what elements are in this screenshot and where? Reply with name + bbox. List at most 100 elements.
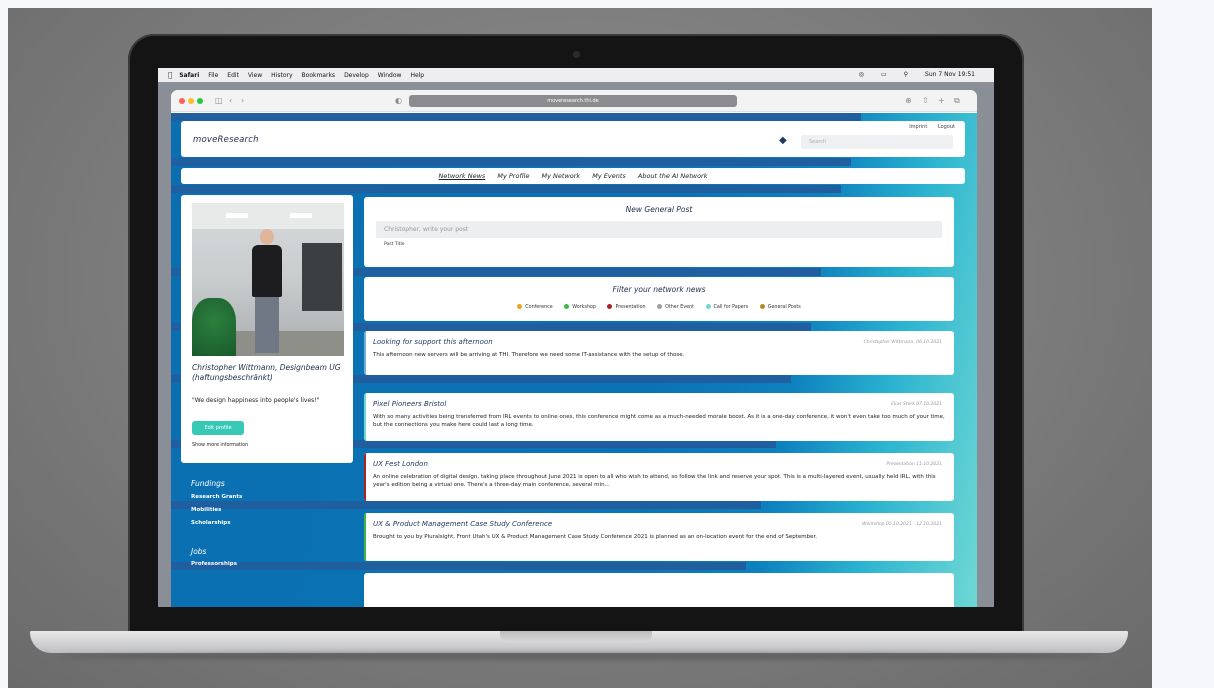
news-meta: Workshop 05.10.2021 - 12.10.2021 bbox=[862, 522, 942, 527]
share-icon[interactable]: ⇧ bbox=[922, 96, 929, 105]
safari-toolbar: ◫ ‹ › ◐ moveresearch.thi.de ⊕ ⇧ + ⧉ bbox=[171, 90, 977, 112]
site-logo[interactable]: moveResearch bbox=[193, 135, 259, 145]
site-header: moveResearch Imprint Logout ◆ Search bbox=[181, 121, 965, 157]
notification-bell-icon[interactable]: ◆ bbox=[779, 135, 787, 146]
news-body: An online celebration of digital design,… bbox=[373, 474, 936, 488]
sidebar-link-scholarships[interactable]: Scholarships bbox=[191, 520, 231, 526]
download-icon[interactable]: ⊕ bbox=[905, 96, 912, 105]
news-title[interactable]: Pixel Pioneers Bristol bbox=[373, 400, 446, 408]
sidebar-link-research-grants[interactable]: Research Grants bbox=[191, 494, 242, 500]
fundings-heading: Fundings bbox=[191, 479, 225, 488]
edit-profile-button[interactable]: Edit profile bbox=[192, 421, 244, 435]
news-meta: Presentation 11.10.2021 bbox=[886, 462, 942, 467]
menu-history[interactable]: History bbox=[271, 72, 292, 79]
search-icon[interactable]: ⚲ bbox=[904, 71, 908, 78]
menubar-clock[interactable]: Sun 7 Nov 19:51 bbox=[925, 71, 975, 78]
news-body: With so many activities being transferre… bbox=[373, 414, 945, 428]
main-nav: Network News My Profile My Network My Ev… bbox=[181, 168, 965, 184]
news-card[interactable]: Looking for support this afternoon Chris… bbox=[364, 331, 954, 375]
profile-photo bbox=[192, 203, 344, 356]
camera-icon bbox=[573, 51, 580, 58]
decor-stripe bbox=[171, 158, 851, 166]
nav-about[interactable]: About the AI Network bbox=[638, 172, 708, 180]
news-title[interactable]: UX Fest London bbox=[373, 460, 428, 468]
filter-title: Filter your network news bbox=[612, 285, 706, 294]
news-title[interactable]: UX & Product Management Case Study Confe… bbox=[373, 520, 552, 528]
decor-stripe bbox=[171, 501, 761, 509]
news-card[interactable]: UX Fest London Presentation 11.10.2021 A… bbox=[364, 453, 954, 501]
news-meta: Elias Sterk 07.10.2021 bbox=[891, 402, 942, 407]
presentation-dot-icon bbox=[607, 304, 613, 309]
workshop-dot-icon bbox=[564, 304, 570, 309]
show-more-info-link[interactable]: Show more information bbox=[192, 443, 248, 448]
menu-view[interactable]: View bbox=[248, 72, 262, 79]
menu-file[interactable]: File bbox=[208, 72, 218, 79]
news-body: This afternoon new servers will be arriv… bbox=[373, 352, 685, 358]
wifi-icon[interactable]: ◎ bbox=[859, 71, 864, 78]
news-card[interactable]: UX & Product Management Case Study Confe… bbox=[364, 513, 954, 561]
new-post-card: New General Post Christopher, write your… bbox=[364, 197, 954, 267]
logout-link[interactable]: Logout bbox=[938, 124, 955, 130]
nav-my-profile[interactable]: My Profile bbox=[497, 172, 529, 180]
filter-conference[interactable]: Conference bbox=[517, 304, 553, 310]
filter-other-event[interactable]: Other Event bbox=[657, 304, 694, 310]
menu-safari[interactable]: Safari bbox=[179, 72, 199, 79]
news-body: Brought to you by Pluralsight, Front Uta… bbox=[373, 534, 817, 540]
filter-list: Conference Workshop Presentation Other E… bbox=[364, 304, 954, 310]
apple-icon[interactable]:  bbox=[168, 71, 172, 79]
laptop-notch bbox=[500, 631, 652, 642]
minimize-window-button[interactable] bbox=[188, 98, 194, 104]
mac-menu-bar:  Safari File Edit View History Bookmark… bbox=[158, 68, 994, 82]
news-meta: Christopher Wittmann, 06.10.2021 bbox=[863, 340, 942, 345]
menu-edit[interactable]: Edit bbox=[227, 72, 239, 79]
filter-card: Filter your network news Conference Work… bbox=[364, 277, 954, 321]
search-input[interactable]: Search bbox=[801, 135, 953, 149]
laptop-shadow bbox=[60, 652, 1100, 660]
zoom-window-button[interactable] bbox=[197, 98, 203, 104]
safari-window: ◫ ‹ › ◐ moveresearch.thi.de ⊕ ⇧ + ⧉ move… bbox=[171, 90, 977, 607]
news-card[interactable]: Pixel Pioneers Bristol Elias Sterk 07.10… bbox=[364, 393, 954, 441]
filter-call-for-papers[interactable]: Call for Papers bbox=[705, 304, 748, 310]
filter-workshop[interactable]: Workshop bbox=[564, 304, 596, 310]
menu-develop[interactable]: Develop bbox=[344, 72, 369, 79]
new-tab-icon[interactable]: + bbox=[938, 96, 945, 105]
new-post-title: New General Post bbox=[625, 205, 693, 214]
menu-window[interactable]: Window bbox=[378, 72, 402, 79]
page-margin bbox=[1152, 0, 1214, 687]
imprint-link[interactable]: Imprint bbox=[909, 124, 927, 130]
jobs-heading: Jobs bbox=[191, 547, 207, 556]
post-input[interactable]: Christopher, write your post bbox=[376, 221, 942, 238]
sidebar-link-mobilities[interactable]: Mobilities bbox=[191, 507, 221, 513]
tab-overview-icon[interactable]: ⧉ bbox=[954, 96, 960, 106]
menu-help[interactable]: Help bbox=[410, 72, 424, 79]
general-posts-dot-icon bbox=[759, 304, 765, 309]
battery-icon[interactable]: ▭ bbox=[881, 71, 887, 78]
profile-name: Christopher Wittmann, Designbeam UG (haf… bbox=[192, 363, 341, 382]
back-icon[interactable]: ‹ bbox=[229, 96, 232, 105]
decor-stripe bbox=[171, 562, 746, 570]
sidebar-link-professorships[interactable]: Professorships bbox=[191, 561, 237, 567]
laptop-screen:  Safari File Edit View History Bookmark… bbox=[158, 68, 994, 607]
address-bar[interactable]: moveresearch.thi.de bbox=[409, 95, 737, 107]
profile-card: Christopher Wittmann, Designbeam UG (haf… bbox=[181, 195, 353, 463]
nav-network-news[interactable]: Network News bbox=[439, 172, 486, 180]
filter-presentation[interactable]: Presentation bbox=[607, 304, 646, 310]
forward-icon[interactable]: › bbox=[241, 96, 244, 105]
sidebar-toggle-icon[interactable]: ◫ bbox=[215, 96, 223, 105]
web-page: moveResearch Imprint Logout ◆ Search Net… bbox=[171, 113, 977, 607]
nav-my-events[interactable]: My Events bbox=[592, 172, 626, 180]
post-title-label[interactable]: Post Title bbox=[384, 242, 405, 247]
profile-quote: "We design happiness into people's lives… bbox=[192, 397, 320, 404]
news-card-partial[interactable] bbox=[364, 573, 954, 607]
filter-general-posts[interactable]: General Posts bbox=[759, 304, 801, 310]
close-window-button[interactable] bbox=[179, 98, 185, 104]
privacy-icon[interactable]: ◐ bbox=[395, 96, 402, 105]
header-links: Imprint Logout bbox=[900, 124, 955, 130]
other-event-dot-icon bbox=[657, 304, 663, 309]
decor-stripe bbox=[171, 185, 841, 193]
call-for-papers-dot-icon bbox=[705, 304, 711, 309]
nav-my-network[interactable]: My Network bbox=[542, 172, 581, 180]
conference-dot-icon bbox=[517, 304, 523, 309]
menu-bookmarks[interactable]: Bookmarks bbox=[302, 72, 336, 79]
news-title[interactable]: Looking for support this afternoon bbox=[373, 338, 493, 346]
